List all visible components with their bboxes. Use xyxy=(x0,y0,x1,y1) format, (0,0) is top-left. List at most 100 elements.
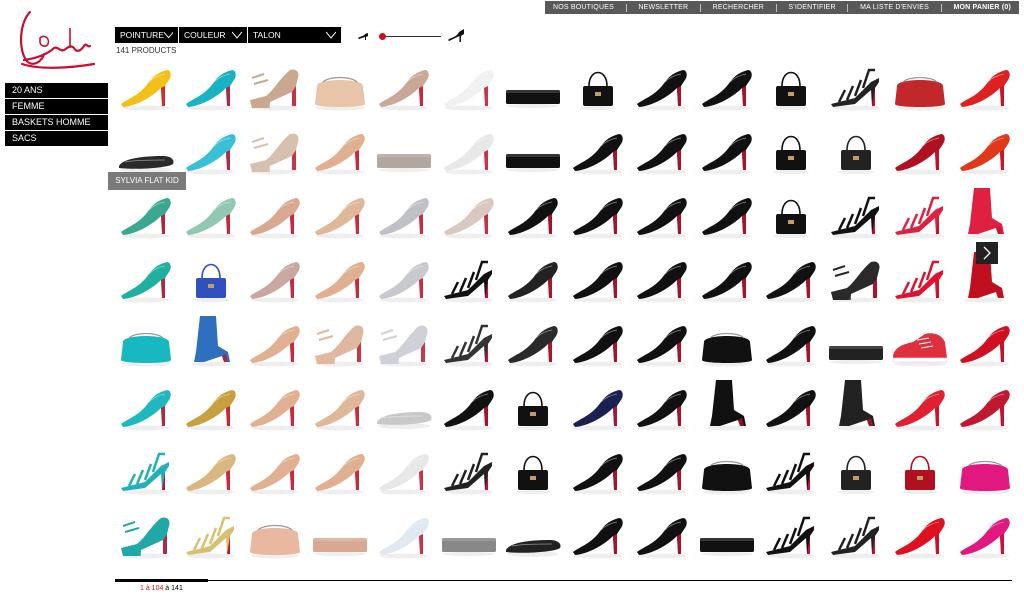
product-item[interactable] xyxy=(438,440,500,500)
sidebar-item-sacs[interactable]: SACS xyxy=(5,131,108,146)
product-item[interactable] xyxy=(825,440,887,500)
product-item[interactable] xyxy=(309,440,371,500)
product-item[interactable] xyxy=(889,440,951,500)
product-item[interactable] xyxy=(438,56,500,116)
product-item[interactable] xyxy=(760,184,822,244)
product-item[interactable] xyxy=(244,312,306,372)
product-item[interactable] xyxy=(180,312,242,372)
product-item[interactable] xyxy=(115,376,177,436)
product-item[interactable] xyxy=(631,440,693,500)
product-item[interactable] xyxy=(631,248,693,308)
product-item[interactable] xyxy=(567,376,629,436)
product-item[interactable] xyxy=(760,440,822,500)
product-item[interactable] xyxy=(502,376,564,436)
product-item[interactable] xyxy=(760,248,822,308)
product-item[interactable] xyxy=(373,248,435,308)
product-item[interactable] xyxy=(889,184,951,244)
product-item[interactable] xyxy=(760,376,822,436)
product-item[interactable] xyxy=(244,120,306,180)
product-item[interactable] xyxy=(825,56,887,116)
product-item[interactable] xyxy=(373,376,435,436)
product-item[interactable] xyxy=(889,248,951,308)
product-item[interactable] xyxy=(438,376,500,436)
product-item[interactable] xyxy=(954,504,1016,564)
product-item[interactable] xyxy=(373,120,435,180)
product-item[interactable] xyxy=(954,376,1016,436)
product-item[interactable] xyxy=(438,504,500,564)
product-item[interactable] xyxy=(567,440,629,500)
slider-knob[interactable] xyxy=(379,33,386,40)
product-item[interactable] xyxy=(244,56,306,116)
product-item[interactable] xyxy=(696,504,758,564)
product-item[interactable] xyxy=(889,504,951,564)
product-item[interactable] xyxy=(954,56,1016,116)
product-item[interactable] xyxy=(180,56,242,116)
product-item[interactable] xyxy=(438,248,500,308)
product-item[interactable] xyxy=(631,56,693,116)
product-item[interactable] xyxy=(438,120,500,180)
product-item[interactable] xyxy=(115,504,177,564)
product-item[interactable] xyxy=(760,56,822,116)
product-item[interactable] xyxy=(696,376,758,436)
product-item[interactable] xyxy=(115,312,177,372)
product-item[interactable] xyxy=(825,312,887,372)
product-item[interactable] xyxy=(373,56,435,116)
product-item[interactable] xyxy=(115,248,177,308)
product-item[interactable] xyxy=(502,56,564,116)
product-item[interactable] xyxy=(567,120,629,180)
heel-height-slider[interactable] xyxy=(357,27,465,43)
nav-wishlist-link[interactable]: MA LISTE D'ENVIES xyxy=(860,4,929,11)
product-item[interactable] xyxy=(180,376,242,436)
product-item[interactable] xyxy=(244,184,306,244)
product-item[interactable] xyxy=(180,120,242,180)
nav-cart-link[interactable]: MON PANIER (0) xyxy=(953,4,1011,11)
product-item[interactable] xyxy=(244,376,306,436)
filter-talon-dropdown[interactable]: TALON xyxy=(248,27,341,43)
product-item[interactable] xyxy=(309,184,371,244)
product-item[interactable] xyxy=(825,376,887,436)
product-item[interactable] xyxy=(502,312,564,372)
product-item[interactable] xyxy=(373,184,435,244)
product-item[interactable] xyxy=(502,248,564,308)
product-item[interactable] xyxy=(244,248,306,308)
product-item[interactable] xyxy=(696,120,758,180)
product-item[interactable] xyxy=(309,120,371,180)
product-item[interactable] xyxy=(696,56,758,116)
sidebar-item-femme[interactable]: FEMME xyxy=(5,99,108,114)
product-item[interactable] xyxy=(954,184,1016,244)
product-item[interactable] xyxy=(954,312,1016,372)
product-item[interactable] xyxy=(631,312,693,372)
product-item[interactable] xyxy=(631,376,693,436)
product-item[interactable] xyxy=(115,440,177,500)
product-item[interactable] xyxy=(889,376,951,436)
product-item[interactable] xyxy=(825,504,887,564)
filter-pointure-dropdown[interactable]: POINTURE xyxy=(115,27,178,43)
product-item[interactable] xyxy=(696,440,758,500)
product-item[interactable] xyxy=(696,184,758,244)
product-item[interactable] xyxy=(244,440,306,500)
product-item[interactable] xyxy=(115,56,177,116)
product-item[interactable] xyxy=(309,56,371,116)
product-item[interactable] xyxy=(889,120,951,180)
product-item[interactable] xyxy=(244,504,306,564)
product-item[interactable] xyxy=(567,248,629,308)
product-item[interactable] xyxy=(502,440,564,500)
product-item[interactable] xyxy=(373,312,435,372)
product-item[interactable] xyxy=(954,120,1016,180)
product-item[interactable] xyxy=(825,184,887,244)
product-item[interactable] xyxy=(954,440,1016,500)
product-item[interactable] xyxy=(309,376,371,436)
nav-login-link[interactable]: S'IDENTIFIER xyxy=(788,4,835,11)
product-item[interactable] xyxy=(502,504,564,564)
nav-boutiques-link[interactable]: NOS BOUTIQUES xyxy=(553,4,614,11)
product-item[interactable] xyxy=(631,184,693,244)
product-item[interactable] xyxy=(567,56,629,116)
product-item[interactable] xyxy=(115,120,177,180)
product-item[interactable] xyxy=(502,120,564,180)
product-item[interactable] xyxy=(309,504,371,564)
product-item[interactable] xyxy=(567,184,629,244)
product-item[interactable] xyxy=(373,504,435,564)
product-item[interactable] xyxy=(760,120,822,180)
brand-logo[interactable] xyxy=(10,8,96,74)
product-item[interactable] xyxy=(567,504,629,564)
